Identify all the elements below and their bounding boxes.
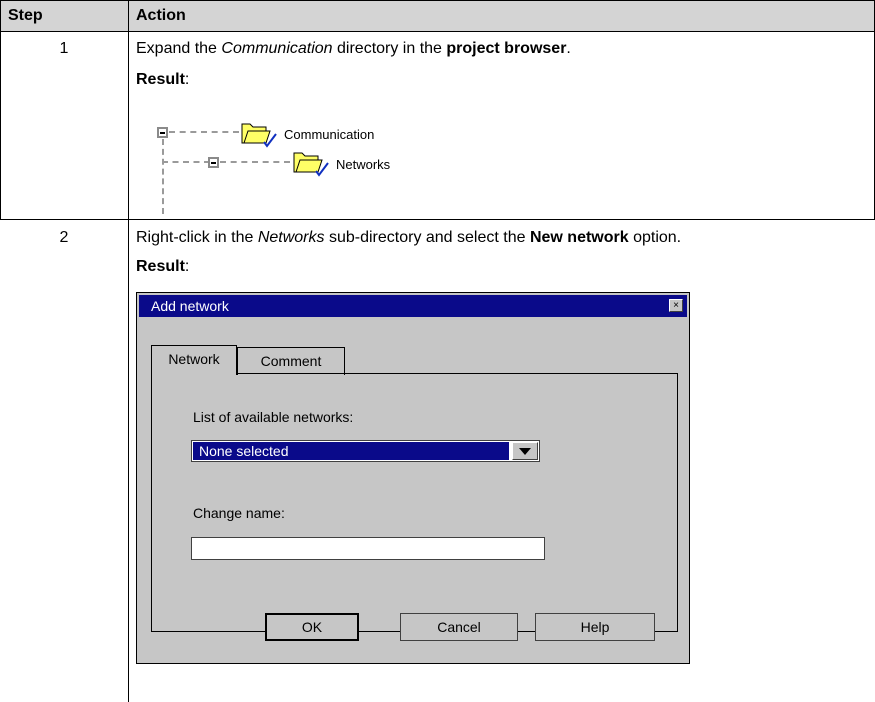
- tree-connector: [162, 139, 164, 214]
- instruction-text: sub-directory and select the: [324, 229, 530, 246]
- result-bold: Result: [136, 71, 185, 88]
- instruction-text: Right-click in the: [136, 229, 258, 246]
- grid-line: [0, 0, 1, 220]
- tree-item-networks[interactable]: Networks: [336, 157, 390, 172]
- folder-icon: [241, 123, 277, 148]
- tab-comment[interactable]: Comment: [237, 347, 345, 375]
- project-browser-tree: Communication Networks: [150, 117, 450, 217]
- list-label: List of available networks:: [193, 409, 354, 425]
- dialog-title-bar[interactable]: Add network ×: [139, 295, 687, 317]
- change-name-field[interactable]: [191, 537, 545, 560]
- instruction-text: directory in the: [332, 40, 447, 57]
- result-label: Result:: [136, 258, 189, 276]
- tree-connector: [220, 161, 290, 163]
- chevron-down-icon[interactable]: [512, 442, 538, 460]
- cancel-button[interactable]: Cancel: [400, 613, 518, 641]
- grid-line: [0, 219, 875, 220]
- step-instruction: Right-click in the Networks sub-director…: [136, 229, 681, 247]
- change-name-label: Change name:: [193, 505, 285, 521]
- instruction-text: option.: [628, 229, 682, 246]
- tree-connector: [162, 161, 210, 163]
- instruction-bold: New network: [529, 229, 629, 246]
- instruction-text: Expand the: [136, 40, 222, 57]
- tab-network[interactable]: Network: [151, 345, 237, 375]
- result-colon: :: [184, 258, 190, 275]
- header-step: Step: [8, 7, 43, 24]
- instruction-bold: project browser: [446, 40, 567, 57]
- grid-line: [128, 0, 129, 702]
- ok-button[interactable]: OK: [265, 613, 359, 641]
- collapse-icon: [208, 157, 219, 168]
- instruction-text: .: [566, 40, 571, 57]
- collapse-icon: [157, 127, 168, 138]
- result-colon: :: [184, 71, 190, 88]
- table-header: Step Action: [0, 0, 874, 31]
- folder-icon: [293, 152, 329, 177]
- step-number: 2: [59, 229, 69, 246]
- dialog-title: Add network: [151, 298, 229, 314]
- grid-line: [0, 0, 875, 1]
- result-label: Result:: [136, 71, 189, 89]
- close-icon[interactable]: ×: [669, 299, 683, 312]
- help-button[interactable]: Help: [535, 613, 655, 641]
- step-number: 1: [59, 40, 69, 57]
- tree-connector: [169, 131, 239, 133]
- tree-item-communication[interactable]: Communication: [284, 127, 374, 142]
- instruction-italic: Communication: [221, 40, 333, 57]
- network-select[interactable]: None selected: [191, 440, 540, 462]
- network-select-value: None selected: [193, 442, 509, 460]
- grid-line: [0, 31, 875, 32]
- add-network-dialog: Add network × Network Comment List of av…: [136, 292, 690, 664]
- step-instruction: Expand the Communication directory in th…: [136, 40, 571, 58]
- result-bold: Result: [136, 258, 185, 275]
- instruction-italic: Networks: [257, 229, 325, 246]
- header-action: Action: [136, 7, 186, 24]
